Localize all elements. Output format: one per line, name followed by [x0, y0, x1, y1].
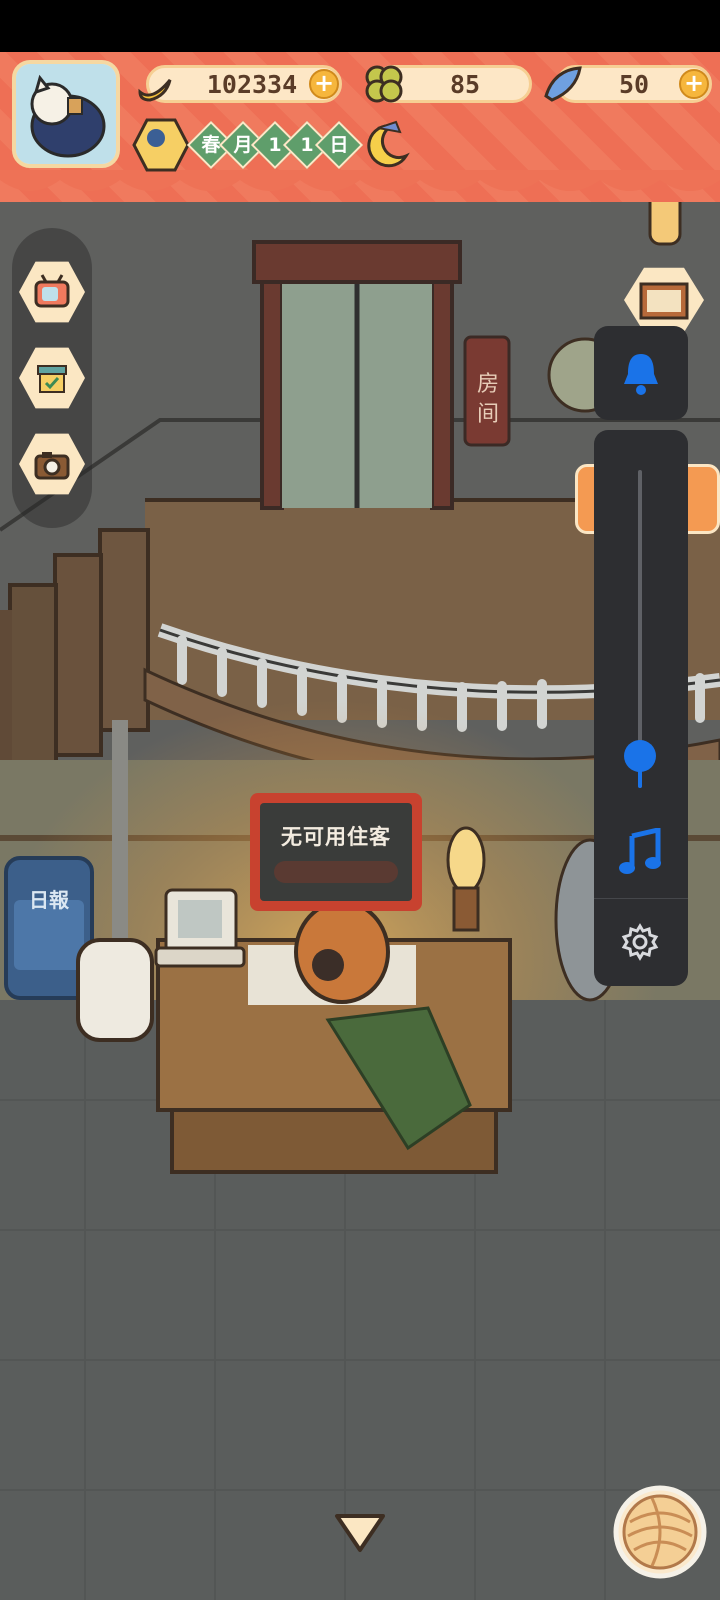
- board-icon: [639, 282, 689, 320]
- room-sign-char: 房: [476, 372, 499, 397]
- bell-icon[interactable]: [620, 350, 662, 396]
- add-banana-button[interactable]: +: [309, 69, 339, 99]
- shop-icon: [37, 365, 67, 393]
- fish-amount: 50: [618, 69, 650, 99]
- sleep-moon-icon[interactable]: [362, 118, 412, 170]
- fish-icon: [544, 66, 582, 102]
- season-clock-icon: [132, 118, 190, 172]
- notice-progress-bar: [274, 861, 398, 883]
- panel-divider: [594, 898, 688, 899]
- room-sign-char: 间: [476, 402, 499, 427]
- player-avatar[interactable]: [12, 60, 120, 168]
- daily-newspaper-box[interactable]: 日報: [14, 884, 84, 913]
- banana-amount: 102334: [206, 69, 298, 99]
- tv-icon: [34, 274, 70, 308]
- clover-amount: 85: [449, 69, 481, 99]
- volume-thumb[interactable]: [624, 740, 656, 772]
- camera-icon: [34, 452, 70, 480]
- add-fish-button[interactable]: +: [679, 69, 709, 99]
- room-sign[interactable]: 房 间: [466, 370, 510, 430]
- daily-newspaper-label: 日報: [29, 888, 69, 912]
- day-label: 日: [329, 134, 349, 156]
- guest-notice-board[interactable]: 无可用住客: [250, 793, 422, 911]
- collapse-arrow-icon[interactable]: [333, 1512, 387, 1556]
- yarn-ball-button[interactable]: [612, 1484, 708, 1580]
- no-guest-text: 无可用住客: [281, 825, 391, 849]
- season-date: 春 月 1 1 日: [186, 120, 364, 170]
- settings-gear-icon[interactable]: [620, 922, 660, 962]
- banner-scallop-edge: [0, 170, 720, 191]
- notice-screen: 无可用住客: [260, 803, 412, 901]
- status-bar: [0, 0, 720, 52]
- cat-avatar-icon: [16, 64, 116, 164]
- music-note-icon[interactable]: [618, 828, 662, 876]
- clover-icon: [365, 65, 403, 103]
- banana-icon: [138, 79, 172, 102]
- volume-slider[interactable]: [624, 470, 656, 788]
